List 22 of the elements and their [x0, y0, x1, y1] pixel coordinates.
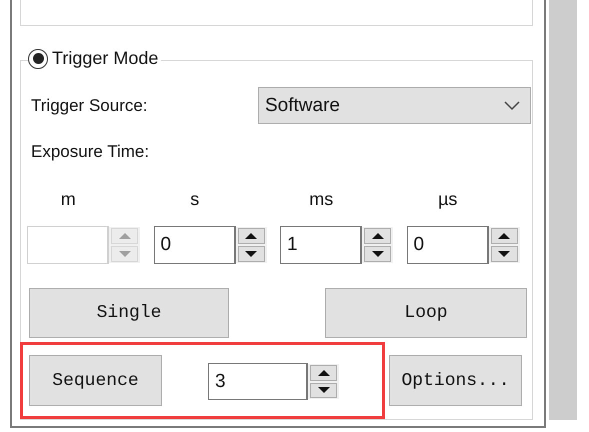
- number-field[interactable]: 1: [280, 226, 362, 264]
- field-label: Trigger Source:: [30, 96, 149, 116]
- scrollbar[interactable]: [549, 0, 577, 420]
- mode-button[interactable]: Loop: [325, 288, 527, 338]
- spin-buttons[interactable]: [236, 227, 266, 263]
- unit-label: s: [189, 188, 200, 210]
- options-button[interactable]: Options...: [389, 355, 522, 406]
- unit-label: ms: [308, 188, 334, 210]
- spin-buttons[interactable]: [488, 227, 520, 263]
- mode-button[interactable]: Single: [29, 288, 229, 338]
- number-field[interactable]: 0: [406, 226, 488, 264]
- spin-buttons[interactable]: [362, 227, 393, 263]
- field-label: Exposure Time:: [30, 141, 150, 163]
- number-field[interactable]: 0: [154, 226, 236, 264]
- sequence-button[interactable]: Sequence: [29, 355, 162, 406]
- spin-buttons[interactable]: [308, 364, 339, 399]
- radio-button[interactable]: [28, 48, 48, 68]
- number-field[interactable]: 3: [208, 363, 308, 400]
- dropdown[interactable]: Software: [258, 87, 531, 124]
- chevron-down-icon: [504, 100, 520, 110]
- unit-label: µs: [437, 188, 458, 210]
- unit-label: m: [60, 188, 77, 210]
